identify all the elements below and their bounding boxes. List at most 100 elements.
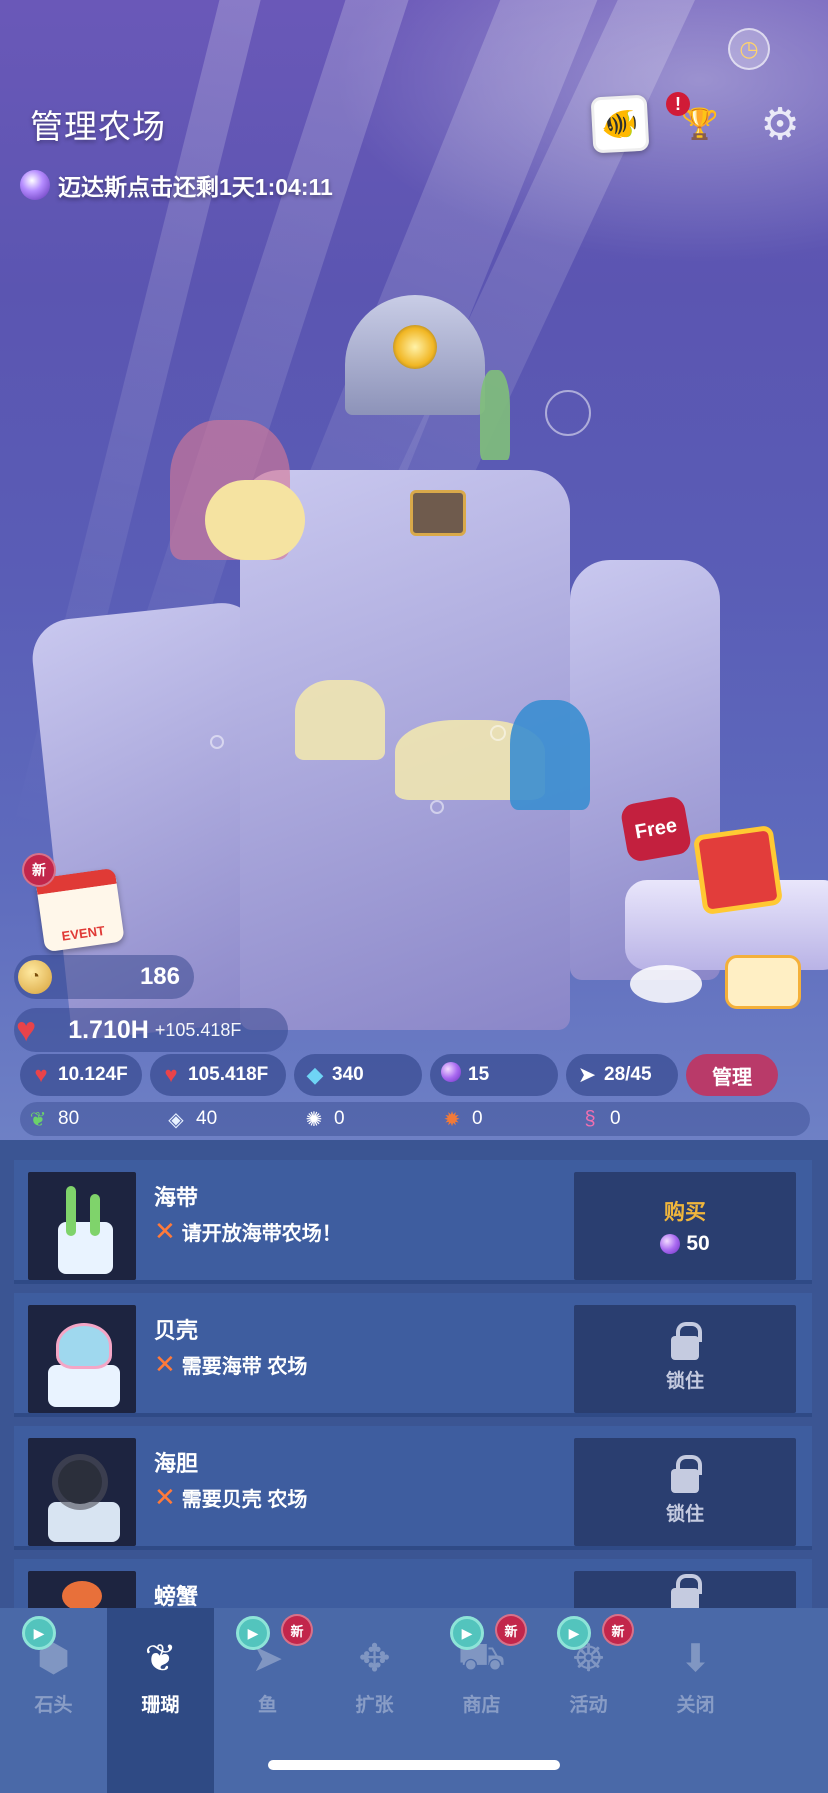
trophy-icon[interactable]: ! 🏆 xyxy=(666,92,728,152)
resource-row: ❦ 80 ◈ 40 ✺ 0 ✹ 0 § 0 xyxy=(20,1102,810,1136)
tap-value: 10.124F xyxy=(58,1064,128,1085)
midas-orb-icon xyxy=(20,170,50,200)
gear-icon[interactable]: ⚙ xyxy=(752,96,808,152)
resource-value: 40 xyxy=(196,1108,218,1129)
farm-item-kelp[interactable]: 海带 ✕ 请开放海带农场！ 购买 50 xyxy=(14,1160,812,1284)
photo-album-icon[interactable]: 🐠 xyxy=(590,94,650,154)
seahorse-icon: § xyxy=(584,1107,596,1130)
farm-requirement: ✕ 需要海带 农场 xyxy=(154,1349,307,1380)
locked-button[interactable]: 锁住 xyxy=(574,1438,796,1546)
heart-rate: +105.418F xyxy=(154,1019,242,1040)
play-icon: ▶ xyxy=(236,1616,270,1650)
lock-label: 锁住 xyxy=(665,1370,704,1392)
crab-farm-thumbnail xyxy=(28,1571,136,1610)
nav-label: 鱼 xyxy=(257,1695,277,1716)
farm-name: 贝壳 xyxy=(154,1318,199,1343)
rate-heart-icon: ♥ xyxy=(164,1062,178,1087)
resource-value: 0 xyxy=(472,1108,483,1129)
cross-icon: ✕ xyxy=(154,1216,176,1246)
heart-counter: ♥ 1.710H +105.418F xyxy=(14,1008,288,1052)
nav-label: 珊瑚 xyxy=(141,1695,180,1716)
resource-crab: ✹ 0 xyxy=(434,1107,572,1132)
new-badge: 新 xyxy=(495,1614,527,1646)
fish-chip: ➤ 28/45 xyxy=(566,1054,678,1096)
pompom-character[interactable] xyxy=(205,480,305,560)
lock-icon xyxy=(671,1454,702,1493)
nav-label: 商店 xyxy=(462,1695,501,1716)
manage-button[interactable]: 管理 xyxy=(686,1054,778,1096)
diamond-icon: ◆ xyxy=(306,1062,324,1087)
coral-yellow xyxy=(295,680,385,760)
crab-plate-icon[interactable] xyxy=(725,955,801,1009)
farm-name: 海胆 xyxy=(154,1451,199,1476)
farm-requirement: ✕ 需要贝壳 农场 xyxy=(154,1482,307,1513)
farm-name: 螃蟹 xyxy=(154,1584,199,1609)
dome-light xyxy=(393,325,437,369)
fish-value: 28/45 xyxy=(604,1064,652,1085)
nav-label: 关闭 xyxy=(676,1695,715,1716)
lock-icon xyxy=(671,1574,702,1610)
pearls-chip: 15 xyxy=(430,1054,558,1096)
clock-bubble-icon[interactable]: ◷ xyxy=(728,28,770,70)
nav-label: 活动 xyxy=(569,1695,608,1716)
locked-button[interactable] xyxy=(574,1571,796,1610)
nav-rock[interactable]: ▶ ⬢ 石头 xyxy=(0,1608,107,1793)
nav-coral[interactable]: ❦ 珊瑚 xyxy=(107,1608,214,1793)
gems-chip: ◆ 340 xyxy=(294,1054,422,1096)
urchin-icon: ✺ xyxy=(305,1108,323,1131)
coral-blue xyxy=(510,700,590,810)
shell-counter: ◔ 186 xyxy=(14,955,194,999)
pearl-icon xyxy=(660,1234,681,1254)
fish-icon: ➤ xyxy=(577,1062,597,1087)
resource-seahorse: § 0 xyxy=(572,1108,710,1131)
farm-requirement: ✕ 请开放海带农场！ xyxy=(154,1216,342,1247)
buy-button[interactable]: 购买 50 xyxy=(574,1172,796,1280)
locked-button[interactable]: 锁住 xyxy=(574,1305,796,1413)
pearl-icon xyxy=(438,1062,464,1088)
farm-list[interactable]: 海带 ✕ 请开放海带农场！ 购买 50 贝壳 ✕ 需要海带 农场 锁住 海胆 ✕… xyxy=(0,1140,828,1610)
farm-item-urchin[interactable]: 海胆 ✕ 需要贝壳 农场 锁住 xyxy=(14,1426,812,1550)
shell-icon: ◈ xyxy=(168,1108,184,1131)
urchin-farm-thumbnail xyxy=(28,1438,136,1546)
kelp-farm-thumbnail xyxy=(28,1172,136,1280)
seaweed-icon: ❦ xyxy=(29,1108,47,1131)
coral-plate-icon[interactable] xyxy=(630,965,702,1003)
cross-icon: ✕ xyxy=(154,1482,176,1512)
farm-item-crab[interactable]: 螃蟹 xyxy=(14,1559,812,1610)
alert-badge: ! xyxy=(666,92,690,116)
new-badge: 新 xyxy=(602,1614,634,1646)
play-icon: ▶ xyxy=(557,1616,591,1650)
rate-value-chip: ♥ 105.418F xyxy=(150,1054,286,1096)
cross-icon: ✕ xyxy=(154,1349,176,1379)
requirement-text: 需要海带 农场 xyxy=(181,1356,308,1378)
free-badge[interactable]: Free xyxy=(619,794,693,864)
rate-value: 105.418F xyxy=(188,1064,269,1085)
resource-value: 80 xyxy=(58,1108,80,1129)
lock-icon xyxy=(671,1321,702,1360)
home-indicator[interactable] xyxy=(268,1760,560,1770)
event-button[interactable]: EVENT 新 xyxy=(22,853,126,953)
nav-label: 石头 xyxy=(34,1695,73,1716)
farm-item-shell[interactable]: 贝壳 ✕ 需要海带 农场 锁住 xyxy=(14,1293,812,1417)
pearls-value: 15 xyxy=(468,1064,490,1085)
lock-label: 锁住 xyxy=(665,1503,704,1525)
resource-value: 0 xyxy=(610,1108,621,1129)
shell-farm-thumbnail xyxy=(28,1305,136,1413)
resource-seaweed: ❦ 80 xyxy=(20,1107,158,1132)
farm-name: 海带 xyxy=(154,1185,199,1210)
play-icon: ▶ xyxy=(450,1616,484,1650)
resource-shell: ◈ 40 xyxy=(158,1107,296,1132)
expand-icon: ✥ xyxy=(358,1638,391,1680)
timer-text: 迈达斯点击还剩1天1:04:11 xyxy=(58,174,333,200)
resource-urchin: ✺ 0 xyxy=(296,1107,434,1132)
coral-seaweed xyxy=(480,370,510,460)
heart-total: 1.710H xyxy=(68,1015,149,1044)
heart-icon: ♥ xyxy=(16,1010,37,1049)
midas-timer[interactable]: 迈达斯点击还剩1天1:04:11 xyxy=(20,168,333,202)
resource-value: 0 xyxy=(334,1108,345,1129)
new-badge: 新 xyxy=(281,1614,313,1646)
gift-box-icon[interactable] xyxy=(692,824,784,916)
treasure-chest[interactable] xyxy=(410,490,466,536)
gems-value: 340 xyxy=(332,1064,364,1085)
nav-close[interactable]: ⬇ 关闭 xyxy=(642,1608,749,1793)
